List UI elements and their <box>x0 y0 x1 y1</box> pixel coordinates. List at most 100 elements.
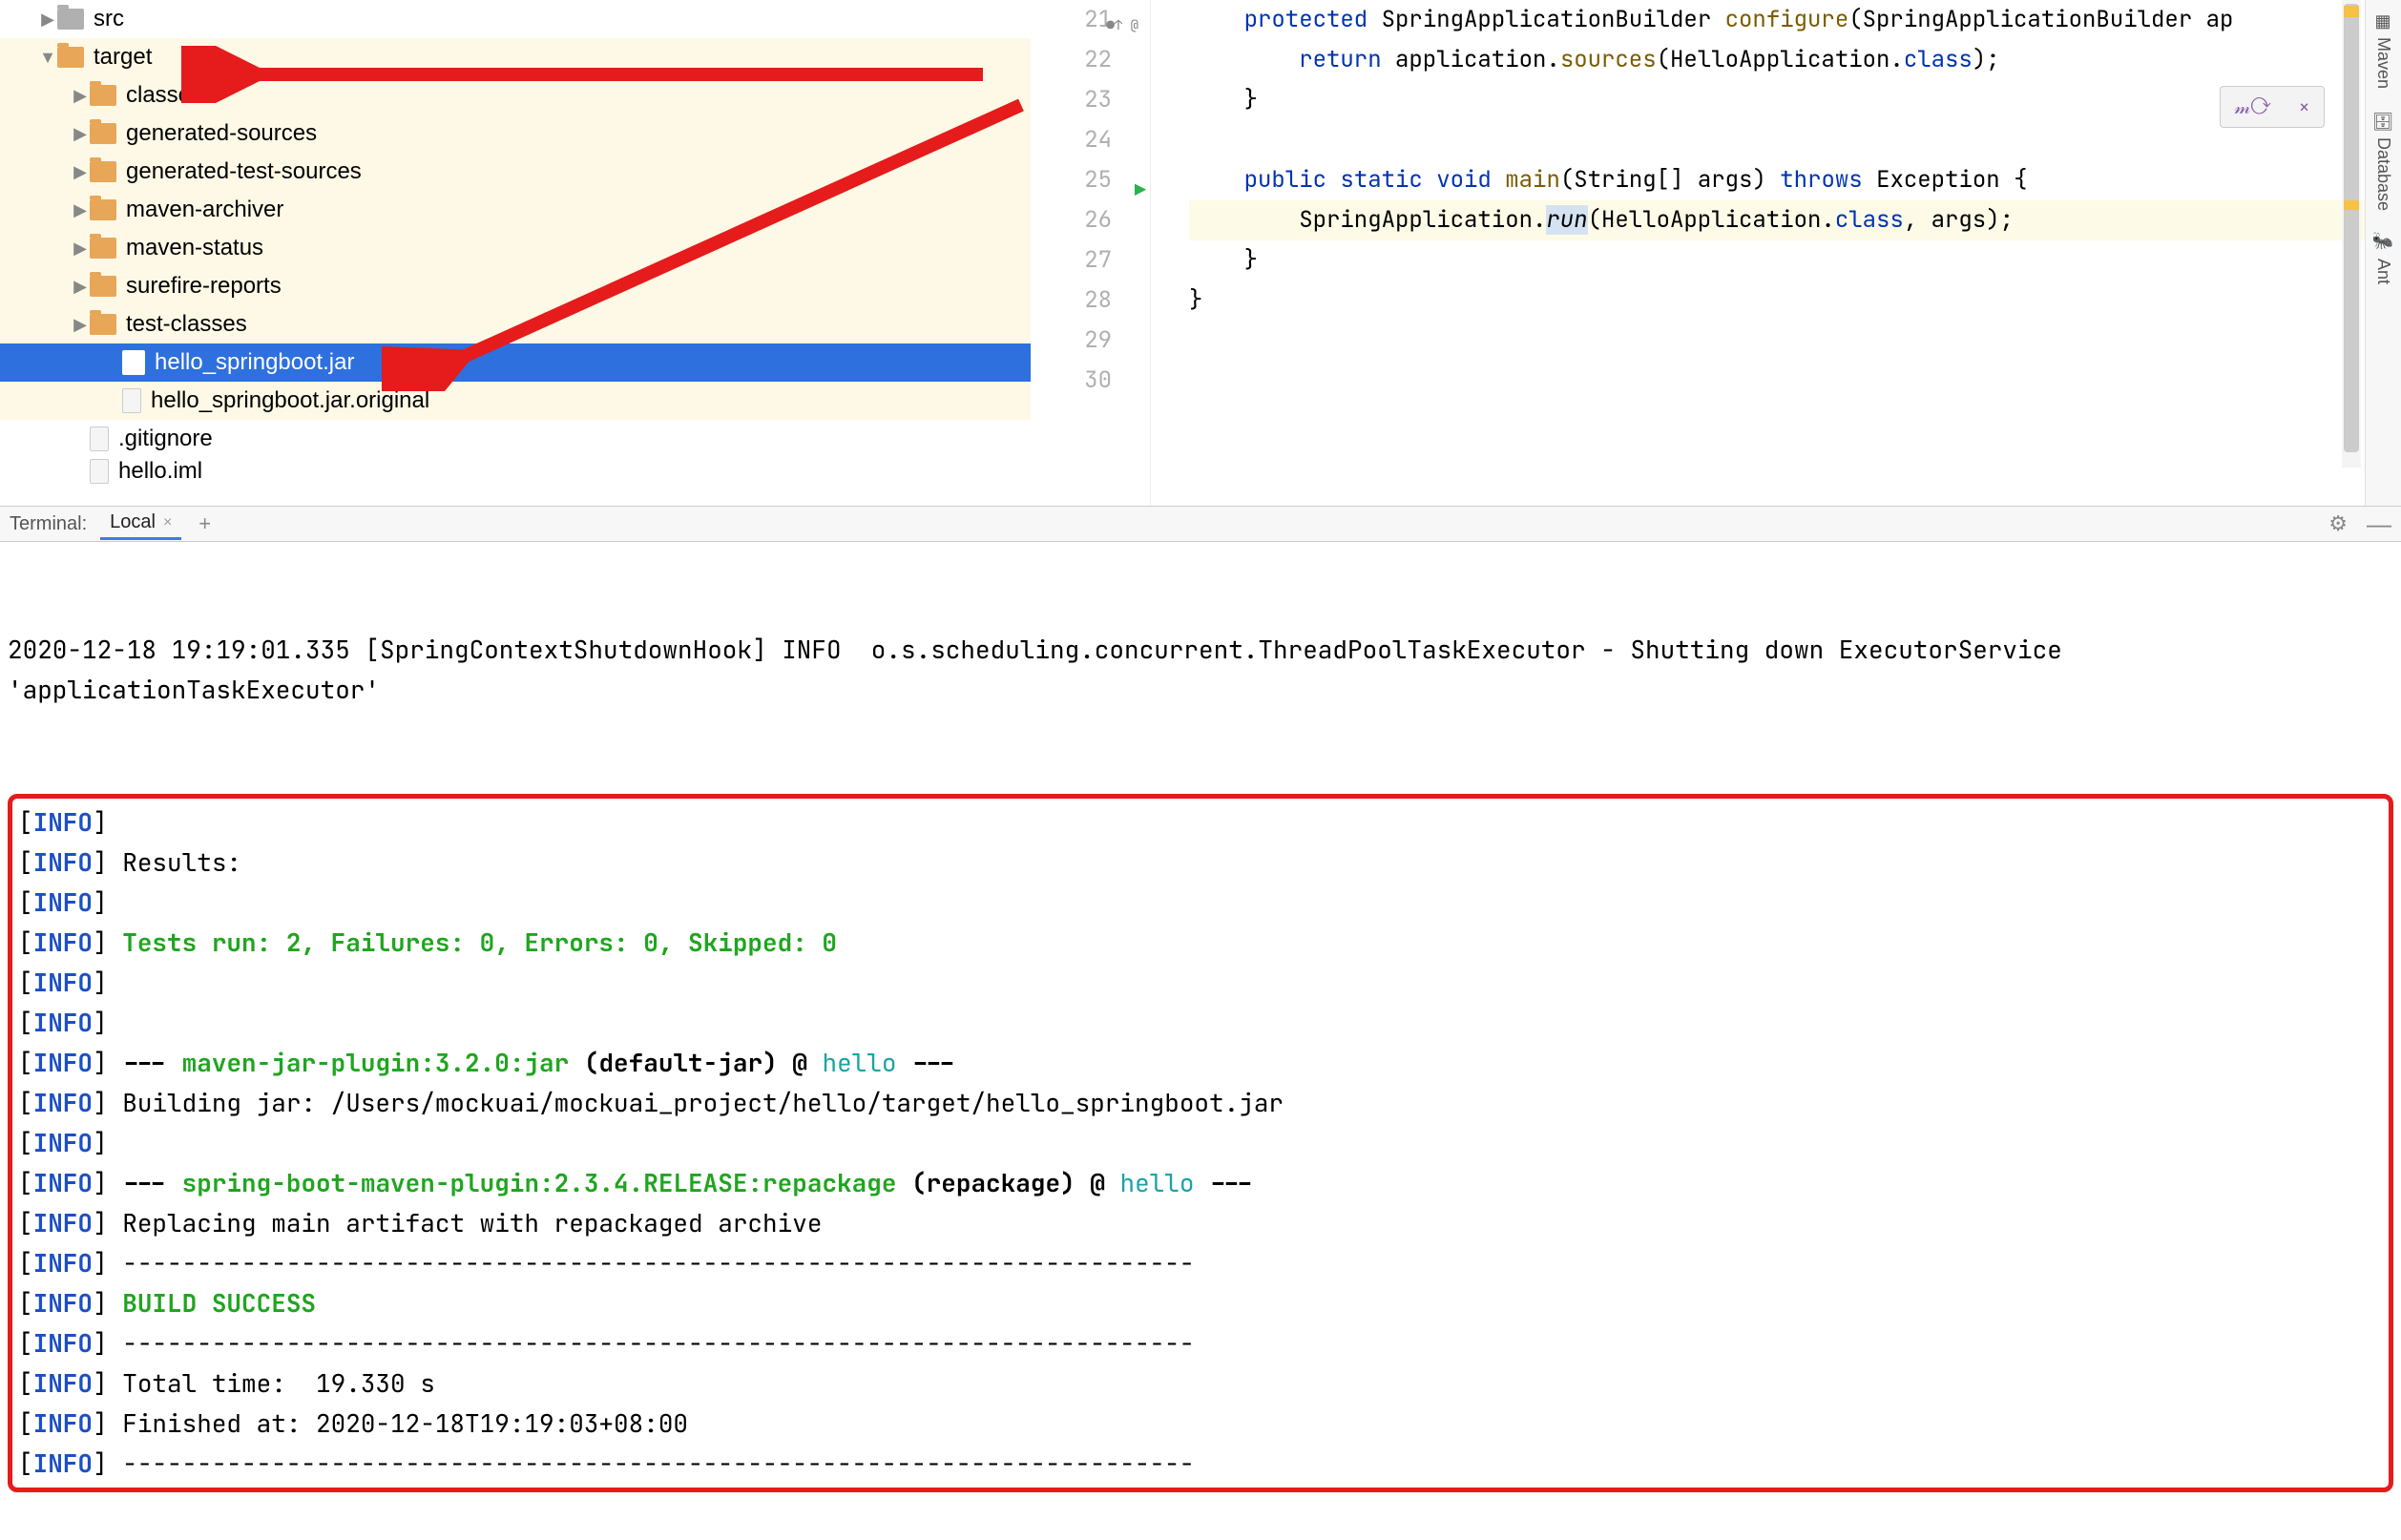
ant-icon: 🐜 <box>2373 232 2394 253</box>
close-icon[interactable]: × <box>163 514 172 531</box>
tree-item-hello-springboot-jar[interactable]: hello_springboot.jar <box>0 343 1031 382</box>
code-line[interactable] <box>1189 361 2401 401</box>
tree-item-generated-sources[interactable]: ▶generated-sources <box>0 114 1031 153</box>
gutter-line[interactable]: 29 <box>1031 321 1112 361</box>
tree-item-label: classes <box>126 82 202 109</box>
scrollbar-thumb[interactable] <box>2344 4 2359 452</box>
expand-arrow-icon[interactable]: ▶ <box>71 162 90 182</box>
terminal-tab-local[interactable]: Local × <box>100 508 181 540</box>
gutter-line[interactable]: 21●↑ @ <box>1031 0 1112 40</box>
tree-item-label: test-classes <box>126 311 247 338</box>
tree-item-label: src <box>94 6 124 32</box>
tree-item-label: maven-archiver <box>126 197 283 223</box>
terminal-log-line: [INFO] <box>18 883 2383 923</box>
gear-icon[interactable]: ⚙ <box>2328 511 2348 536</box>
file-icon <box>90 459 109 484</box>
gutter-line[interactable]: 25▶ <box>1031 160 1112 200</box>
tree-item-label: hello_springboot.jar <box>155 349 354 376</box>
expand-arrow-icon[interactable]: ▶ <box>71 315 90 335</box>
add-terminal-button[interactable]: + <box>198 511 211 536</box>
folder-icon <box>57 47 84 68</box>
folder-icon <box>90 238 116 259</box>
tree-item--gitignore[interactable]: .gitignore <box>0 420 1031 458</box>
expand-arrow-icon[interactable]: ▶ <box>71 124 90 144</box>
tree-item-hello-springboot-jar-original[interactable]: hello_springboot.jar.original <box>0 382 1031 420</box>
code-line[interactable]: protected SpringApplicationBuilder confi… <box>1189 0 2401 40</box>
expand-arrow-icon[interactable]: ▶ <box>71 277 90 297</box>
code-line[interactable]: public static void main(String[] args) t… <box>1189 160 2401 200</box>
terminal-tab-bar[interactable]: Terminal: Local × + ⚙ — <box>0 506 2401 542</box>
tree-item-label: hello.iml <box>118 458 202 485</box>
expand-arrow-icon[interactable]: ▶ <box>38 10 57 30</box>
database-tool-button[interactable]: 🗄 Database <box>2373 104 2394 217</box>
folder-icon <box>90 314 116 335</box>
tree-item-label: .gitignore <box>118 426 213 452</box>
tree-item-maven-status[interactable]: ▶ maven-status <box>0 229 1031 267</box>
editor-code-area[interactable]: protected SpringApplicationBuilder confi… <box>1151 0 2401 506</box>
terminal-log-line: [INFO] Building jar: /Users/mockuai/mock… <box>18 1083 2383 1123</box>
project-tree-panel[interactable]: ▶src▼target▶classes▶generated-sources▶ge… <box>0 0 1031 506</box>
editor-gutter: 21●↑ @22232425▶2627282930 <box>1031 0 1151 506</box>
terminal-log-line: [INFO] ---------------------------------… <box>18 1243 2383 1283</box>
file-icon <box>90 427 109 451</box>
folder-icon <box>57 9 84 30</box>
tree-item-target[interactable]: ▼ target <box>0 38 1031 76</box>
tree-item-label: generated-test-sources <box>126 158 362 185</box>
minimize-icon[interactable]: — <box>2367 510 2391 539</box>
close-icon[interactable]: × <box>2299 94 2310 119</box>
tree-item-maven-archiver[interactable]: ▶ maven-archiver <box>0 191 1031 229</box>
editor-scrollbar[interactable] <box>2342 0 2361 468</box>
gutter-line[interactable]: 24 <box>1031 120 1112 160</box>
maven-icon: ▦ <box>2373 11 2394 31</box>
terminal-log-line: [INFO] Total time: 19.330 s <box>18 1363 2383 1404</box>
expand-arrow-icon[interactable]: ▼ <box>38 48 57 68</box>
tree-item-classes[interactable]: ▶ classes <box>0 76 1031 114</box>
terminal-output[interactable]: 2020-12-18 19:19:01.335 [SpringContextSh… <box>0 542 2401 1540</box>
terminal-highlight-box: [INFO][INFO] Results:[INFO][INFO] Tests … <box>8 794 2393 1492</box>
terminal-log-line: [INFO] Results: <box>18 843 2383 883</box>
warning-marker[interactable] <box>2344 6 2359 17</box>
maven-tool-button[interactable]: ▦ Maven <box>2373 6 2394 94</box>
terminal-log-line: 2020-12-18 19:19:01.335 [SpringContextSh… <box>8 630 2393 710</box>
code-line[interactable] <box>1189 321 2401 361</box>
tree-item-generated-test-sources[interactable]: ▶ generated-test-sources <box>0 153 1031 191</box>
terminal-log-line: [INFO] ---------------------------------… <box>18 1323 2383 1363</box>
code-line[interactable]: return application.sources(HelloApplicat… <box>1189 40 2401 80</box>
tree-item-src[interactable]: ▶ src <box>0 0 1031 38</box>
folder-icon <box>90 199 116 220</box>
ant-tool-button[interactable]: 🐜 Ant <box>2373 226 2394 290</box>
terminal-log-line: [INFO] Tests run: 2, Failures: 0, Errors… <box>18 923 2383 963</box>
inspection-popup[interactable]: 𝓂⟳ × <box>2220 86 2325 128</box>
terminal-log-line: [INFO] <box>18 1123 2383 1163</box>
terminal-log-line: [INFO] <box>18 1003 2383 1043</box>
right-tool-sidebar[interactable]: ▦ Maven 🗄 Database 🐜 Ant <box>2365 0 2401 506</box>
code-line[interactable]: SpringApplication.run(HelloApplication.c… <box>1189 200 2401 240</box>
tree-item-label: surefire-reports <box>126 273 282 300</box>
terminal-log-line: [INFO] <box>18 802 2383 843</box>
tree-item-hello-iml[interactable]: hello.iml <box>0 458 1031 485</box>
inspection-icon: 𝓂⟳ <box>2234 94 2270 119</box>
gutter-line[interactable]: 28 <box>1031 281 1112 321</box>
tree-item-surefire-reports[interactable]: ▶ surefire-reports <box>0 267 1031 305</box>
gutter-line[interactable]: 22 <box>1031 40 1112 80</box>
terminal-log-line: [INFO] Replacing main artifact with repa… <box>18 1203 2383 1243</box>
code-line[interactable] <box>1189 120 2401 160</box>
gutter-line[interactable]: 30 <box>1031 361 1112 401</box>
tree-item-test-classes[interactable]: ▶ test-classes <box>0 305 1031 343</box>
warning-marker[interactable] <box>2344 200 2359 210</box>
code-editor[interactable]: 21●↑ @22232425▶2627282930 protected Spri… <box>1031 0 2401 506</box>
code-line[interactable]: } <box>1189 281 2401 321</box>
tree-item-label: maven-status <box>126 235 263 261</box>
expand-arrow-icon[interactable]: ▶ <box>71 239 90 259</box>
tree-item-label: target <box>94 44 152 71</box>
gutter-line[interactable]: 27 <box>1031 240 1112 281</box>
code-line[interactable]: } <box>1189 240 2401 281</box>
terminal-log-line: [INFO] Finished at: 2020-12-18T19:19:03+… <box>18 1404 2383 1444</box>
gutter-line[interactable]: 23 <box>1031 80 1112 120</box>
expand-arrow-icon[interactable]: ▶ <box>71 86 90 106</box>
tree-item-label: hello_springboot.jar.original <box>151 387 429 414</box>
expand-arrow-icon[interactable]: ▶ <box>71 200 90 220</box>
gutter-line[interactable]: 26 <box>1031 200 1112 240</box>
folder-icon <box>90 85 116 106</box>
run-gutter-icon[interactable]: ▶ <box>1135 170 1146 210</box>
